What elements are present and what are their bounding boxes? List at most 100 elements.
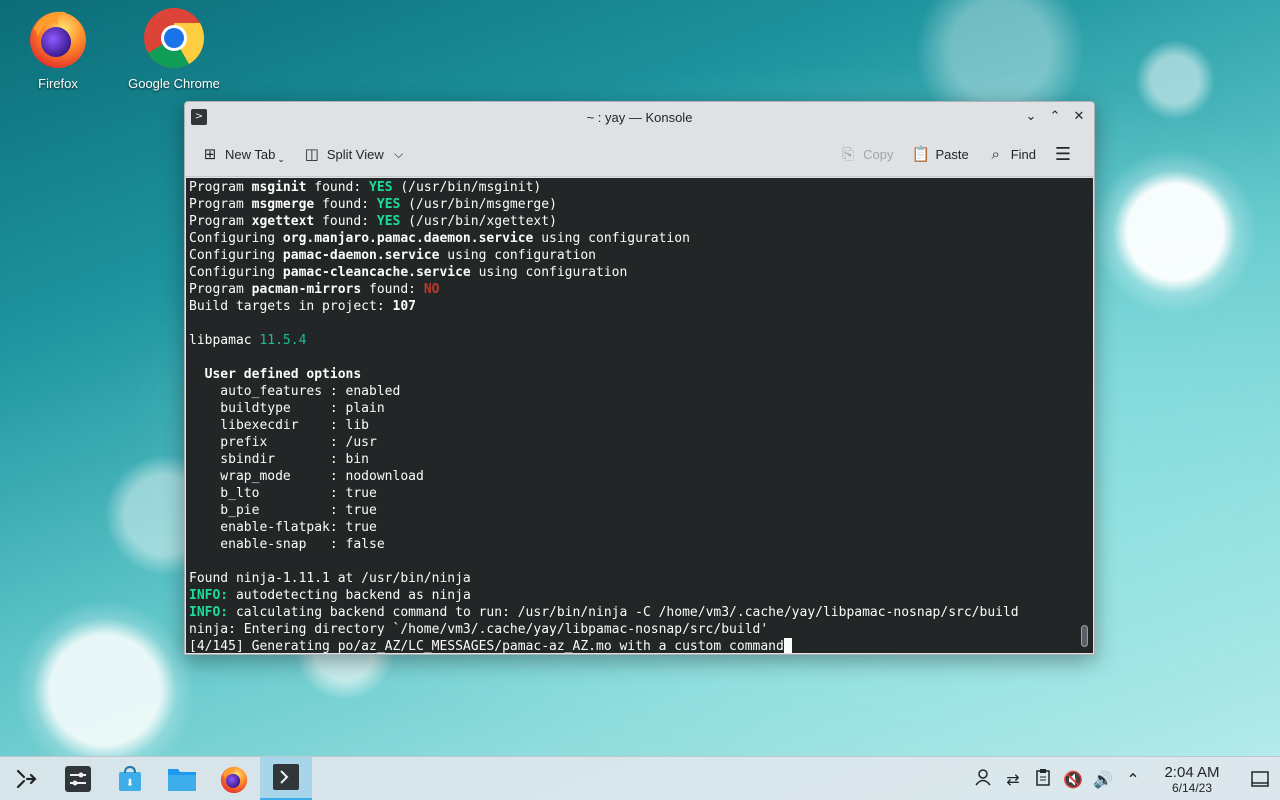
terminal-text-segment: (/usr/bin/xgettext): [400, 214, 557, 229]
desktop-icon-firefox[interactable]: Firefox: [3, 6, 113, 91]
terminal-text-segment: msginit: [251, 180, 307, 195]
svg-text:⬇: ⬇: [126, 778, 134, 789]
firefox-icon: [220, 766, 248, 793]
terminal-scrollbar[interactable]: [1081, 625, 1088, 647]
minimize-button[interactable]: ⌄: [1022, 108, 1040, 126]
new-tab-dropdown-icon: ⌄: [277, 153, 285, 164]
terminal-text-segment: (/usr/bin/msginit): [392, 180, 542, 195]
terminal-text-segment: (/usr/bin/msgmerge): [400, 197, 557, 212]
clock[interactable]: 2:04 AM 6/14/23: [1152, 764, 1232, 795]
search-icon: ⌕: [991, 145, 1000, 163]
new-tab-label: New Tab: [225, 146, 276, 162]
paste-button[interactable]: 📋 Paste: [905, 141, 974, 167]
copy-label: Copy: [863, 146, 894, 162]
taskbar: ⬇ ⇄ 🔇 🔊 ⌃ 2:04 AM 6/14/23: [0, 756, 1280, 800]
find-button[interactable]: ⌕ Find: [981, 141, 1042, 167]
paste-icon: 📋: [911, 145, 931, 163]
taskbar-system-settings[interactable]: [52, 757, 104, 800]
terminal-text-segment: 11.5.4: [259, 333, 307, 348]
terminal-line: Configuring pamac-cleancache.service usi…: [189, 264, 1090, 281]
terminal-line: ninja: Entering directory `/home/vm3/.ca…: [189, 621, 1090, 638]
new-tab-icon: ⊞: [203, 145, 217, 163]
terminal-text-segment: found:: [314, 197, 377, 212]
terminal-line: auto_features : enabled: [189, 383, 1090, 400]
chrome-icon: [144, 8, 205, 69]
close-button[interactable]: ✕: [1070, 108, 1088, 126]
maximize-button[interactable]: ⌃: [1046, 108, 1064, 126]
terminal-text-segment: found:: [314, 214, 377, 229]
terminal-text-segment: org.manjaro.pamac.daemon.service: [282, 231, 534, 246]
terminal-text-segment: autodetecting backend as ninja: [228, 588, 471, 603]
system-tray: ⇄ 🔇 🔊 ⌃ 2:04 AM 6/14/23: [968, 757, 1280, 800]
terminal-text-segment: INFO:: [189, 605, 229, 620]
window-title: ~ : yay — Konsole: [586, 109, 693, 125]
terminal-text-segment: INFO:: [189, 588, 229, 603]
dolphin-icon: [168, 768, 196, 791]
firefox-icon: [30, 11, 86, 68]
mute-icon[interactable]: 🔇: [1058, 770, 1088, 789]
terminal-line: sbindir : bin: [189, 451, 1090, 468]
terminal-line: Configuring pamac-daemon.service using c…: [189, 247, 1090, 264]
terminal-line: User defined options: [189, 366, 1090, 383]
terminal-text-segment: NO: [423, 282, 440, 297]
clipboard-icon[interactable]: [1028, 768, 1058, 790]
system-settings-icon: [65, 765, 91, 792]
terminal-text-segment: msgmerge: [251, 197, 315, 212]
split-view-icon: ◫: [304, 145, 319, 163]
terminal-text-segment: Found ninja-1.11.1 at /usr/bin/ninja: [189, 571, 471, 586]
chevron-up-icon[interactable]: ⌃: [1118, 770, 1148, 789]
terminal-text-segment: using configuration: [470, 265, 628, 280]
desktop-icon-chrome[interactable]: Google Chrome: [119, 6, 229, 91]
terminal-line: Found ninja-1.11.1 at /usr/bin/ninja: [189, 570, 1090, 587]
find-label: Find: [1010, 146, 1036, 162]
taskbar-firefox[interactable]: [208, 757, 260, 800]
terminal-line: libexecdir : lib: [189, 417, 1090, 434]
split-view-label: Split View: [326, 146, 384, 162]
konsole-icon: [273, 764, 299, 790]
chevron-down-icon: ⌵: [394, 146, 404, 161]
terminal-text-segment: found:: [306, 180, 370, 195]
show-desktop-button[interactable]: [1240, 771, 1280, 787]
terminal-text-segment: b_lto : true: [189, 486, 377, 501]
terminal-line: prefix : /usr: [189, 434, 1090, 451]
paste-label: Paste: [935, 146, 969, 162]
terminal-text-segment: calculating backend command to run: /usr…: [228, 605, 1019, 620]
hamburger-menu-button[interactable]: ☰: [1048, 140, 1078, 169]
split-view-button[interactable]: ◫ Split View ⌵: [297, 141, 414, 167]
desktop-icon-label: Firefox: [38, 76, 78, 91]
volume-icon[interactable]: 🔊: [1088, 770, 1118, 789]
terminal-text-segment: xgettext: [251, 214, 315, 229]
terminal-text-segment: Configuring: [189, 265, 283, 280]
terminal-line: b_pie : true: [189, 502, 1090, 519]
konsole-window: > ~ : yay — Konsole ⌄ ⌃ ✕ ⊞ New Tab ⌄ ◫ …: [184, 101, 1095, 655]
terminal-text-segment: wrap_mode : nodownload: [189, 469, 424, 484]
terminal-text-segment: Program: [189, 282, 252, 297]
terminal-text-segment: enable-flatpak: true: [189, 520, 377, 535]
app-launcher-button[interactable]: [0, 757, 52, 800]
terminal-line: Program pacman-mirrors found: NO: [189, 281, 1090, 298]
terminal-text-segment: pamac-cleancache.service: [282, 265, 471, 280]
terminal-line: buildtype : plain: [189, 400, 1090, 417]
network-icon[interactable]: ⇄: [998, 770, 1028, 789]
terminal-line: Program msgmerge found: YES (/usr/bin/ms…: [189, 196, 1090, 213]
terminal-line: libpamac 11.5.4: [189, 332, 1090, 349]
terminal-text-segment: Program: [189, 197, 252, 212]
konsole-app-icon[interactable]: >: [191, 109, 207, 125]
terminal-line: enable-snap : false: [189, 536, 1090, 553]
terminal-text-segment: prefix : /usr: [189, 435, 377, 450]
taskbar-discover[interactable]: ⬇: [104, 757, 156, 800]
terminal-output[interactable]: Program msginit found: YES (/usr/bin/msg…: [186, 178, 1093, 653]
terminal-text-segment: Program: [189, 180, 252, 195]
terminal-text-segment: [4/145] Generating po/az_AZ/LC_MESSAGES/…: [189, 639, 784, 653]
terminal-text-segment: Build targets in project:: [189, 299, 393, 314]
konsole-toolbar: ⊞ New Tab ⌄ ◫ Split View ⌵ ⎘ Copy 📋 Past…: [185, 132, 1094, 177]
terminal-line: Build targets in project: 107: [189, 298, 1090, 315]
new-tab-button[interactable]: ⊞ New Tab ⌄: [195, 140, 291, 169]
copy-button[interactable]: ⎘ Copy: [833, 141, 899, 167]
taskbar-konsole[interactable]: [260, 756, 312, 800]
window-titlebar[interactable]: > ~ : yay — Konsole ⌄ ⌃ ✕: [185, 102, 1094, 132]
user-icon[interactable]: [968, 768, 998, 790]
taskbar-dolphin[interactable]: [156, 757, 208, 800]
